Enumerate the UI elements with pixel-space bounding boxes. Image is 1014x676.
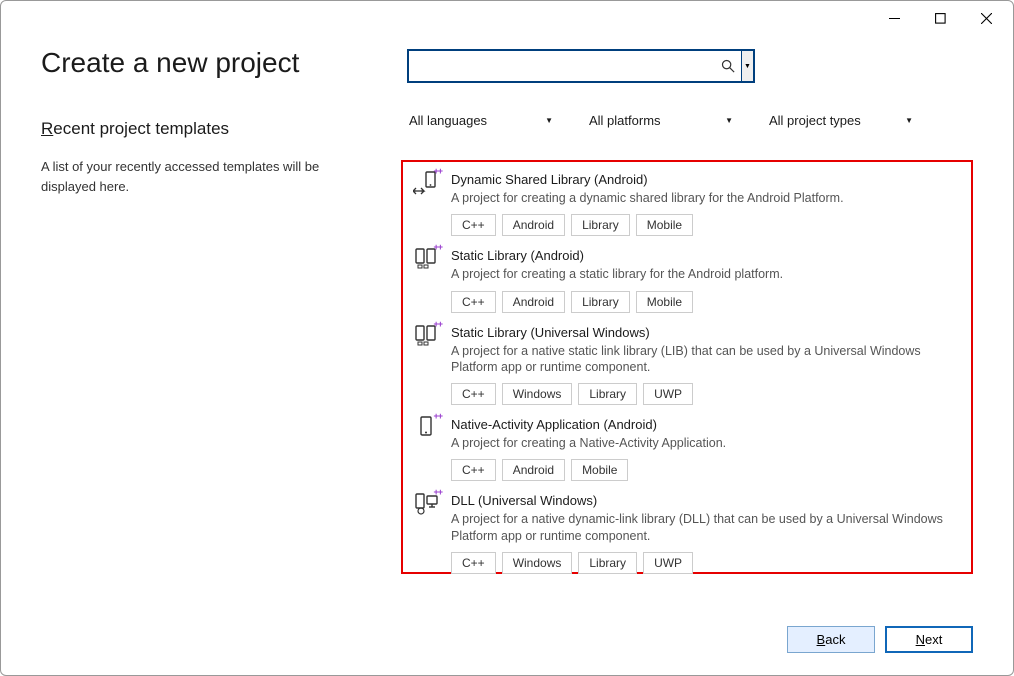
- template-tag: UWP: [643, 552, 693, 574]
- template-tags: C++ Android Library Mobile: [451, 291, 961, 313]
- template-description: A project for a native dynamic-link libr…: [451, 511, 961, 544]
- template-tags: C++ Android Library Mobile: [451, 214, 961, 236]
- template-icon: ++: [413, 245, 439, 271]
- template-item[interactable]: ++ Dynamic Shared Library (Android) A proj…: [413, 172, 961, 236]
- titlebar: [1, 1, 1013, 35]
- template-tag: Library: [571, 291, 630, 313]
- templates-list-highlighted: ++ Dynamic Shared Library (Android) A proj…: [401, 160, 973, 574]
- template-tag: Android: [502, 459, 565, 481]
- template-tag: C++: [451, 383, 496, 405]
- chevron-down-icon: ▼: [905, 116, 913, 125]
- template-tag: Mobile: [636, 291, 693, 313]
- template-tag: Windows: [502, 552, 573, 574]
- template-icon: ++: [413, 169, 439, 195]
- template-tag: Mobile: [571, 459, 628, 481]
- template-item[interactable]: ++ Static Library (Android) A project for …: [413, 248, 961, 312]
- template-tags: C++ WindowsLibrary UWP: [451, 383, 961, 405]
- template-tag: C++: [451, 459, 496, 481]
- template-description: A project for creating a dynamic shared …: [451, 190, 961, 206]
- maximize-icon: [935, 13, 946, 24]
- back-button[interactable]: Back: [787, 626, 875, 653]
- template-description: A project for a native static link libra…: [451, 343, 961, 376]
- cpp-badge-icon: ++: [433, 411, 442, 421]
- template-item[interactable]: ++ Static Library (Universal Windows) A pr…: [413, 325, 961, 406]
- cpp-badge-icon: ++: [433, 242, 442, 252]
- recent-templates-desc: A list of your recently accessed templat…: [41, 157, 371, 196]
- template-title: Dynamic Shared Library (Android): [451, 172, 961, 187]
- chevron-down-icon: ▼: [725, 116, 733, 125]
- template-tag: C++: [451, 214, 496, 236]
- filter-types-label: All project types: [769, 113, 861, 128]
- template-item[interactable]: ++ DLL (Universal Windows) A project for a…: [413, 493, 961, 574]
- recent-templates-heading: Recent project templates: [41, 119, 371, 139]
- cpp-badge-icon: ++: [433, 487, 442, 497]
- template-title: Native-Activity Application (Android): [451, 417, 961, 432]
- template-tag: Android: [502, 291, 565, 313]
- template-tag: Library: [571, 214, 630, 236]
- search-dropdown-button[interactable]: ▼: [741, 49, 755, 83]
- template-item[interactable]: ++ Native-Activity Application (Android) A…: [413, 417, 961, 481]
- template-tag: Windows: [502, 383, 573, 405]
- template-description: A project for creating a static library …: [451, 266, 961, 282]
- template-tag: C++: [451, 552, 496, 574]
- next-button[interactable]: Next: [885, 626, 973, 653]
- template-title: Static Library (Universal Windows): [451, 325, 961, 340]
- search-icon: [719, 57, 737, 75]
- page-title: Create a new project: [41, 47, 371, 79]
- minimize-button[interactable]: [871, 3, 917, 33]
- template-title: Static Library (Android): [451, 248, 961, 263]
- template-tag: Library: [578, 552, 637, 574]
- template-tag: Mobile: [636, 214, 693, 236]
- template-tags: C++ WindowsLibrary UWP: [451, 552, 961, 574]
- maximize-button[interactable]: [917, 3, 963, 33]
- template-icon: ++: [413, 490, 439, 516]
- filter-languages-dropdown[interactable]: All languages ▼: [409, 113, 559, 128]
- template-tag: C++: [451, 291, 496, 313]
- template-tag: Library: [578, 383, 637, 405]
- template-tags: C++ Android Mobile: [451, 459, 961, 481]
- filter-languages-label: All languages: [409, 113, 487, 128]
- template-tag: UWP: [643, 383, 693, 405]
- close-button[interactable]: [963, 3, 1009, 33]
- template-description: A project for creating a Native-Activity…: [451, 435, 961, 451]
- search-input-container[interactable]: [407, 49, 743, 83]
- chevron-down-icon: ▼: [744, 63, 751, 70]
- filter-types-dropdown[interactable]: All project types ▼: [769, 113, 919, 128]
- minimize-icon: [889, 13, 900, 24]
- filter-platforms-label: All platforms: [589, 113, 661, 128]
- filter-platforms-dropdown[interactable]: All platforms ▼: [589, 113, 739, 128]
- template-tag: Android: [502, 214, 565, 236]
- cpp-badge-icon: ++: [433, 166, 442, 176]
- search-input[interactable]: [417, 55, 719, 77]
- cpp-badge-icon: ++: [433, 319, 442, 329]
- chevron-down-icon: ▼: [545, 116, 553, 125]
- template-icon: ++: [413, 322, 439, 348]
- template-icon: ++: [413, 414, 439, 440]
- template-title: DLL (Universal Windows): [451, 493, 961, 508]
- close-icon: [981, 13, 992, 24]
